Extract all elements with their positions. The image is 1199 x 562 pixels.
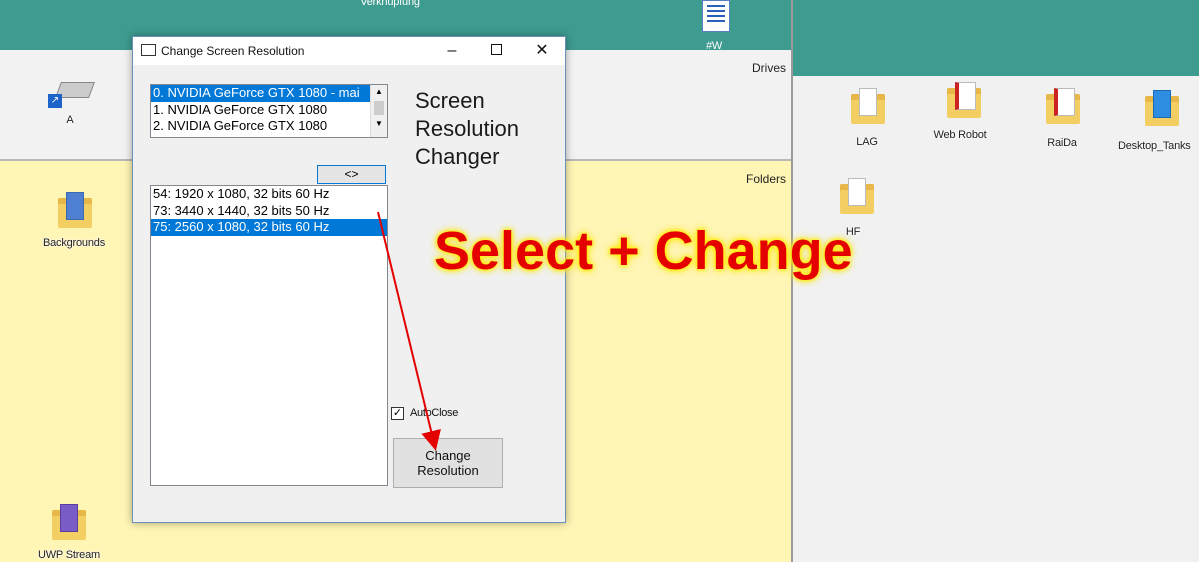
annotation-text: Select + Change (434, 221, 853, 281)
